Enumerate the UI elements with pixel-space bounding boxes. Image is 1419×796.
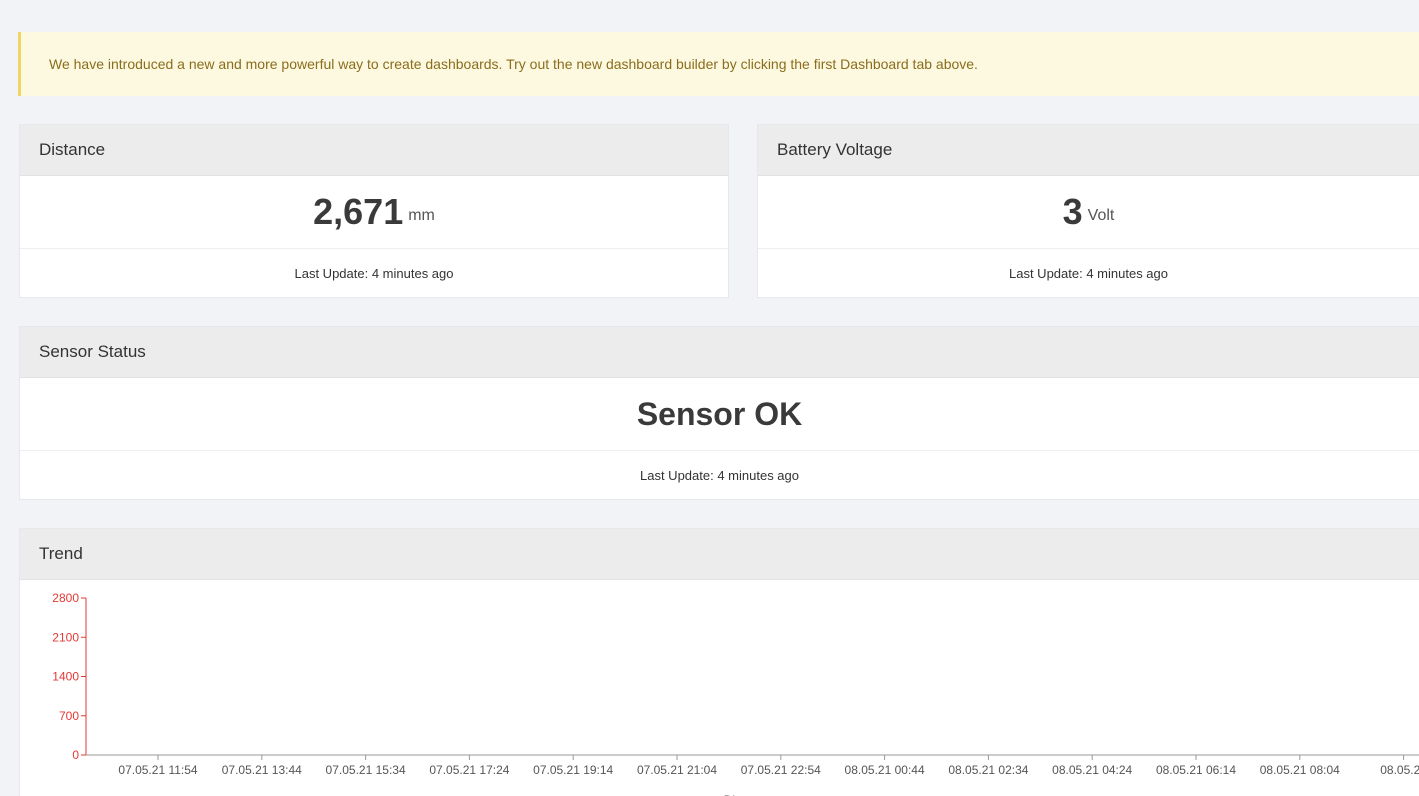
x-tick-label: 08.05.21 04:24 — [1052, 763, 1132, 777]
status-value: Sensor OK — [636, 395, 803, 432]
y-tick-label: 2100 — [52, 630, 79, 644]
x-tick-label: 07.05.21 15:34 — [326, 763, 406, 777]
battery-value: 3 — [1062, 191, 1083, 232]
last-update: Last Update: 4 minutes ago — [640, 467, 799, 483]
value-row: Sensor OK — [20, 378, 1419, 451]
card-title: Distance — [20, 125, 728, 176]
last-update: Last Update: 4 minutes ago — [1009, 265, 1168, 281]
y-tick-label: 1400 — [52, 670, 79, 684]
battery-voltage-card: Battery Voltage 3 Volt Last Update: 4 mi… — [758, 125, 1419, 297]
distance-unit: mm — [408, 207, 435, 224]
y-tick-label: 700 — [59, 709, 79, 723]
sensor-status-card: Sensor Status Sensor OK Last Update: 4 m… — [20, 327, 1419, 499]
trend-chart: 0 700 1400 2100 2800 07.05.21 11:54 07.05.21 1… — [52, 591, 1419, 796]
value-row: 2,671 mm — [20, 176, 728, 249]
x-tick-label: 07.05.21 17:24 — [429, 763, 509, 777]
trend-card: Trend 0 700 1400 2100 2800 07.05.21 11:54 07.0… — [20, 529, 1419, 796]
card-title: Battery Voltage — [758, 125, 1419, 176]
x-tick-label: 07.05.21 11:54 — [118, 763, 198, 777]
x-tick-label: 08.05.21 00:44 — [845, 763, 925, 777]
x-tick-label: 07.05.21 21:04 — [637, 763, 717, 777]
card-title: Trend — [20, 529, 1419, 580]
distance-value: 2,671 — [313, 191, 404, 232]
x-tick-label: 08.05.21 06:14 — [1156, 763, 1236, 777]
last-update: Last Update: 4 minutes ago — [294, 265, 454, 281]
distance-card: Distance 2,671 mm Last Update: 4 minutes… — [20, 125, 728, 297]
battery-unit: Volt — [1087, 207, 1115, 224]
x-tick-label: 07.05.21 13:44 — [222, 763, 302, 777]
x-tick-label: 07.05.21 22:54 — [741, 763, 821, 777]
card-title: Sensor Status — [20, 327, 1419, 378]
x-tick-label: 07.05.21 19:14 — [533, 763, 613, 777]
y-tick-label: 2800 — [52, 591, 79, 605]
x-tick-label: 08.05.21 02:34 — [948, 763, 1028, 777]
banner-text: We have introduced a new and more powerf… — [49, 56, 978, 72]
x-tick-label: 08.05.21 — [1380, 763, 1419, 777]
x-tick-label: 08.05.21 08:04 — [1260, 763, 1340, 777]
info-banner: We have introduced a new and more powerf… — [18, 32, 1419, 96]
y-tick-label: 0 — [72, 748, 79, 762]
value-row: 3 Volt — [758, 176, 1419, 249]
